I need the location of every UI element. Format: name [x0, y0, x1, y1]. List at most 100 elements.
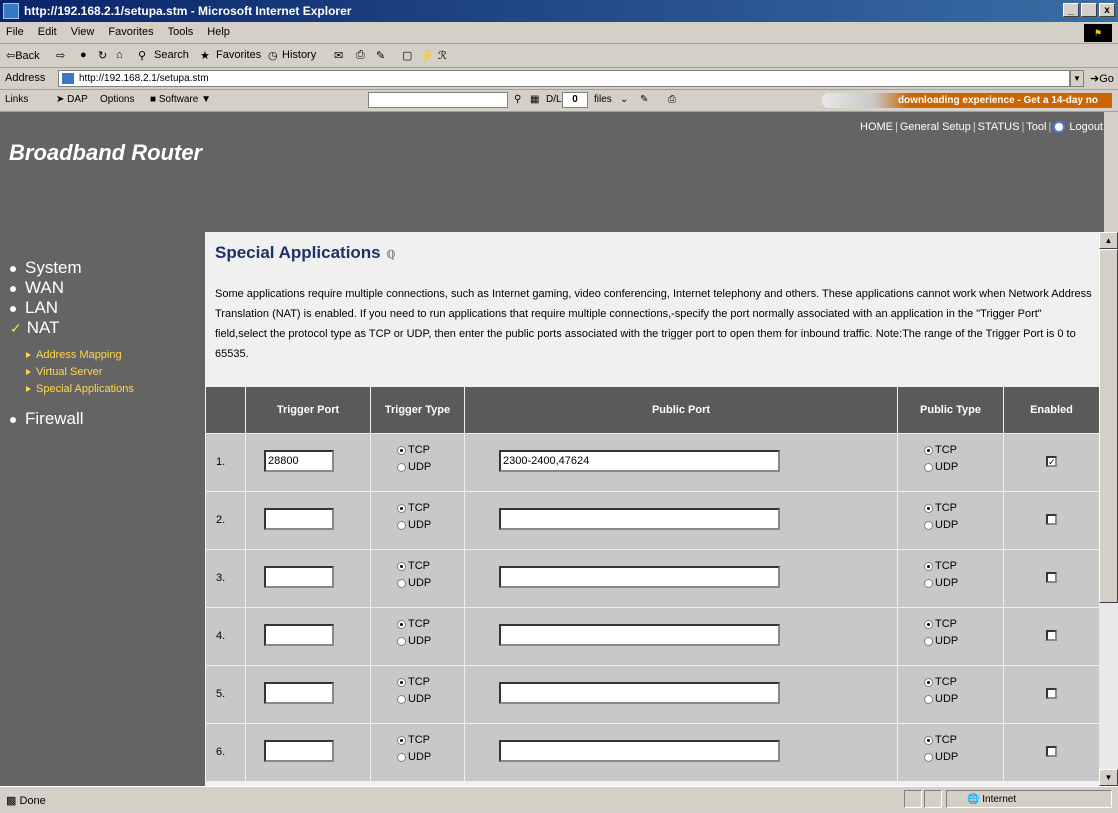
- research-icon[interactable]: ℛ: [438, 49, 447, 62]
- grid-icon[interactable]: ▦: [530, 94, 539, 105]
- public-tcp-radio[interactable]: TCP: [924, 500, 958, 517]
- discuss-icon[interactable]: ▢: [402, 49, 412, 62]
- sidebar-item-virtual-server[interactable]: Virtual Server: [26, 366, 102, 378]
- trigger-udp-radio[interactable]: UDP: [397, 633, 431, 650]
- nav-logout[interactable]: Logout: [1069, 121, 1103, 133]
- search-icon[interactable]: ⚲: [514, 94, 521, 105]
- nav-general-setup[interactable]: General Setup: [900, 121, 971, 133]
- enabled-checkbox[interactable]: [1046, 514, 1057, 525]
- public-tcp-radio[interactable]: TCP: [924, 674, 958, 691]
- trigger-port-input[interactable]: [264, 508, 334, 530]
- print-icon[interactable]: ⎙: [356, 49, 365, 62]
- edit-icon[interactable]: ✎: [376, 49, 385, 62]
- dap-button[interactable]: ➤ DAP: [56, 94, 88, 105]
- highlight-icon[interactable]: ✎: [640, 94, 648, 105]
- trigger-tcp-radio[interactable]: TCP: [397, 500, 431, 517]
- public-udp-radio[interactable]: UDP: [924, 749, 958, 766]
- go-button[interactable]: ➜Go: [1090, 72, 1114, 85]
- trigger-tcp-radio[interactable]: TCP: [397, 674, 431, 691]
- address-dropdown-icon[interactable]: ▼: [1070, 70, 1084, 87]
- options-button[interactable]: Options: [100, 94, 134, 105]
- mail-icon[interactable]: ✉: [334, 49, 343, 62]
- trigger-udp-radio[interactable]: UDP: [397, 459, 431, 476]
- trigger-udp-radio[interactable]: UDP: [397, 575, 431, 592]
- enabled-checkbox[interactable]: [1046, 688, 1057, 699]
- help-icon[interactable]: ℚ: [387, 248, 396, 261]
- public-udp-radio[interactable]: UDP: [924, 691, 958, 708]
- links-label[interactable]: Links: [5, 94, 28, 105]
- forward-button[interactable]: ⇨: [56, 49, 65, 62]
- nav-status[interactable]: STATUS: [978, 121, 1020, 133]
- public-udp-radio[interactable]: UDP: [924, 459, 958, 476]
- trigger-port-input[interactable]: [264, 682, 334, 704]
- links-search-input[interactable]: [368, 92, 508, 108]
- trigger-port-input[interactable]: 28800: [264, 450, 334, 472]
- sidebar-item-wan[interactable]: WAN: [10, 278, 64, 298]
- public-port-input[interactable]: [499, 740, 780, 762]
- address-input[interactable]: http://192.168.2.1/setupa.stm: [58, 70, 1070, 87]
- chevron-down-icon[interactable]: ⌄: [620, 94, 628, 105]
- messenger-icon[interactable]: ⚡: [420, 49, 434, 62]
- trigger-tcp-radio[interactable]: TCP: [397, 442, 431, 459]
- favorites-icon[interactable]: ★: [200, 49, 210, 62]
- public-tcp-radio[interactable]: TCP: [924, 616, 958, 633]
- back-button[interactable]: ⇦Back: [6, 49, 40, 62]
- sidebar-item-nat[interactable]: ✓ NAT: [10, 318, 59, 338]
- nav-home[interactable]: HOME: [860, 121, 893, 133]
- public-port-input[interactable]: [499, 508, 780, 530]
- trigger-tcp-radio[interactable]: TCP: [397, 558, 431, 575]
- trigger-port-input[interactable]: [264, 566, 334, 588]
- public-port-input[interactable]: [499, 682, 780, 704]
- public-udp-radio[interactable]: UDP: [924, 575, 958, 592]
- trigger-tcp-radio[interactable]: TCP: [397, 616, 431, 633]
- sidebar-item-lan[interactable]: LAN: [10, 298, 58, 318]
- enabled-checkbox[interactable]: ✓: [1046, 456, 1057, 467]
- public-tcp-radio[interactable]: TCP: [924, 558, 958, 575]
- maximize-button[interactable]: [1081, 3, 1097, 17]
- minimize-button[interactable]: _: [1063, 3, 1079, 17]
- scroll-thumb[interactable]: [1099, 249, 1118, 603]
- scroll-down-icon[interactable]: ▼: [1099, 769, 1118, 786]
- menu-edit[interactable]: Edit: [38, 26, 57, 38]
- public-udp-radio[interactable]: UDP: [924, 517, 958, 534]
- search-button[interactable]: Search: [154, 49, 189, 61]
- sidebar-item-special-applications[interactable]: Special Applications: [26, 383, 134, 395]
- public-port-input[interactable]: [499, 566, 780, 588]
- trigger-port-input[interactable]: [264, 740, 334, 762]
- favorites-button[interactable]: Favorites: [216, 49, 261, 61]
- enabled-checkbox[interactable]: [1046, 630, 1057, 641]
- menu-favorites[interactable]: Favorites: [108, 26, 153, 38]
- trigger-udp-radio[interactable]: UDP: [397, 749, 431, 766]
- sidebar-item-firewall[interactable]: Firewall: [10, 409, 84, 429]
- close-button[interactable]: x: [1099, 3, 1115, 17]
- public-tcp-radio[interactable]: TCP: [924, 442, 958, 459]
- promo-banner[interactable]: downloading experience - Get a 14-day no: [822, 93, 1112, 108]
- trigger-tcp-radio[interactable]: TCP: [397, 732, 431, 749]
- sidebar-item-system[interactable]: System: [10, 258, 82, 278]
- trigger-udp-radio[interactable]: UDP: [397, 517, 431, 534]
- sidebar-item-address-mapping[interactable]: Address Mapping: [26, 349, 122, 361]
- public-tcp-radio[interactable]: TCP: [924, 732, 958, 749]
- menu-file[interactable]: File: [6, 26, 24, 38]
- scroll-up-icon[interactable]: ▲: [1099, 232, 1118, 249]
- print-icon[interactable]: ⎙: [668, 94, 676, 105]
- refresh-icon[interactable]: ↻: [98, 49, 107, 62]
- trigger-port-input[interactable]: [264, 624, 334, 646]
- trigger-udp-radio[interactable]: UDP: [397, 691, 431, 708]
- public-port-input[interactable]: [499, 624, 780, 646]
- menu-help[interactable]: Help: [207, 26, 230, 38]
- enabled-checkbox[interactable]: [1046, 572, 1057, 583]
- scrollbar[interactable]: ▲ ▼: [1099, 232, 1118, 786]
- stop-icon[interactable]: ●: [80, 49, 87, 61]
- enabled-checkbox[interactable]: [1046, 746, 1057, 757]
- home-icon[interactable]: ⌂: [116, 49, 123, 61]
- nav-tool[interactable]: Tool: [1026, 121, 1046, 133]
- public-port-input[interactable]: 2300-2400,47624: [499, 450, 780, 472]
- history-icon[interactable]: ◷: [268, 49, 278, 62]
- history-button[interactable]: History: [282, 49, 316, 61]
- public-udp-radio[interactable]: UDP: [924, 633, 958, 650]
- software-dropdown[interactable]: ■ Software ▼: [150, 94, 211, 105]
- search-icon[interactable]: ⚲: [138, 49, 146, 62]
- menu-tools[interactable]: Tools: [168, 26, 194, 38]
- menu-view[interactable]: View: [71, 26, 95, 38]
